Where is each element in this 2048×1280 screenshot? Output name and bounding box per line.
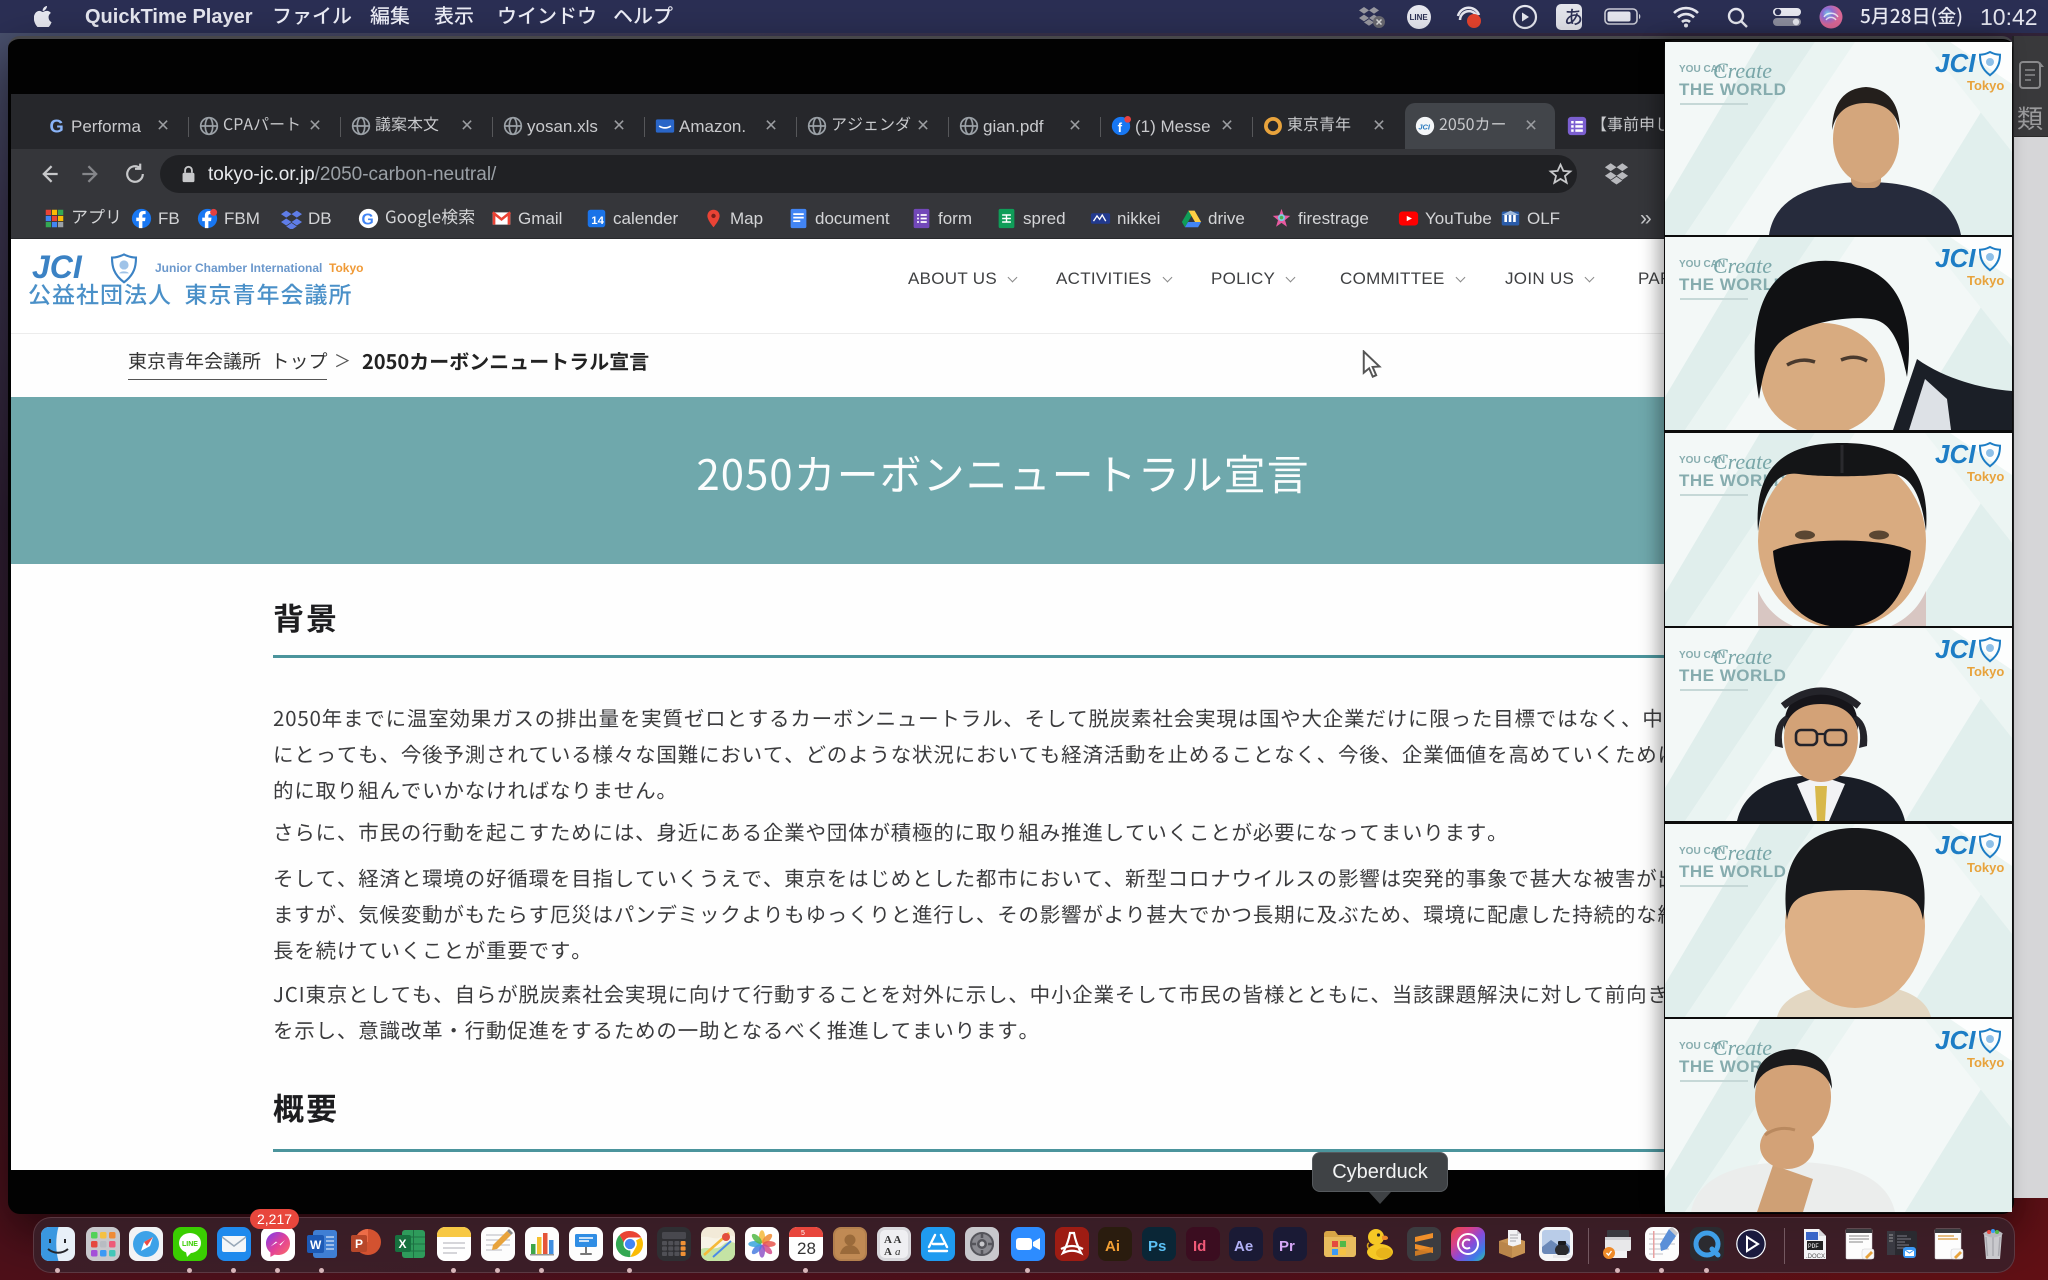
svg-text:JCI: JCI (1935, 439, 1976, 469)
svg-text:.DOCX: .DOCX (1806, 1254, 1825, 1260)
svg-text:JCI: JCI (1935, 48, 1976, 78)
svg-text:Tokyo: Tokyo (1967, 78, 2004, 93)
svg-text:JCI: JCI (1935, 634, 1976, 664)
svg-text:Id: Id (1193, 1238, 1206, 1255)
svg-text:G: G (50, 116, 64, 136)
svg-text:PDF: PDF (1808, 1243, 1819, 1250)
svg-text:G: G (362, 212, 374, 229)
svg-text:14: 14 (591, 215, 604, 227)
svg-text:JCI: JCI (1935, 830, 1976, 860)
svg-text:Pr: Pr (1279, 1238, 1295, 1255)
svg-text:Tokyo: Tokyo (1967, 469, 2004, 484)
svg-text:THE WORLD: THE WORLD (1679, 666, 1786, 685)
svg-text:W: W (310, 1238, 322, 1252)
svg-text:X: X (399, 1237, 407, 1251)
svg-text:THE WORLD: THE WORLD (1679, 80, 1786, 99)
svg-text:LINE: LINE (182, 1241, 198, 1248)
svg-text:JCI: JCI (1935, 243, 1976, 273)
svg-text:Tokyo: Tokyo (1967, 1055, 2004, 1070)
svg-text:a: a (895, 1246, 901, 1258)
svg-text:Tokyo: Tokyo (1967, 860, 2004, 875)
svg-text:P: P (355, 1237, 363, 1251)
svg-text:Ps: Ps (1148, 1238, 1166, 1255)
svg-text:Tokyo: Tokyo (1967, 664, 2004, 679)
svg-text:A A: A A (884, 1234, 901, 1246)
svg-text:LINE: LINE (1410, 13, 1429, 22)
svg-text:Tokyo: Tokyo (1967, 273, 2004, 288)
svg-text:JCI: JCI (1418, 122, 1431, 131)
svg-text:A: A (884, 1246, 892, 1258)
svg-text:Ae: Ae (1234, 1238, 1253, 1255)
svg-text:JCI: JCI (1935, 1025, 1976, 1055)
svg-text:Ai: Ai (1105, 1238, 1120, 1255)
svg-text:5: 5 (801, 1230, 805, 1237)
svg-text:f: f (1118, 120, 1123, 135)
svg-text:THE WORLD: THE WORLD (1679, 862, 1786, 881)
svg-text:28: 28 (797, 1239, 816, 1258)
